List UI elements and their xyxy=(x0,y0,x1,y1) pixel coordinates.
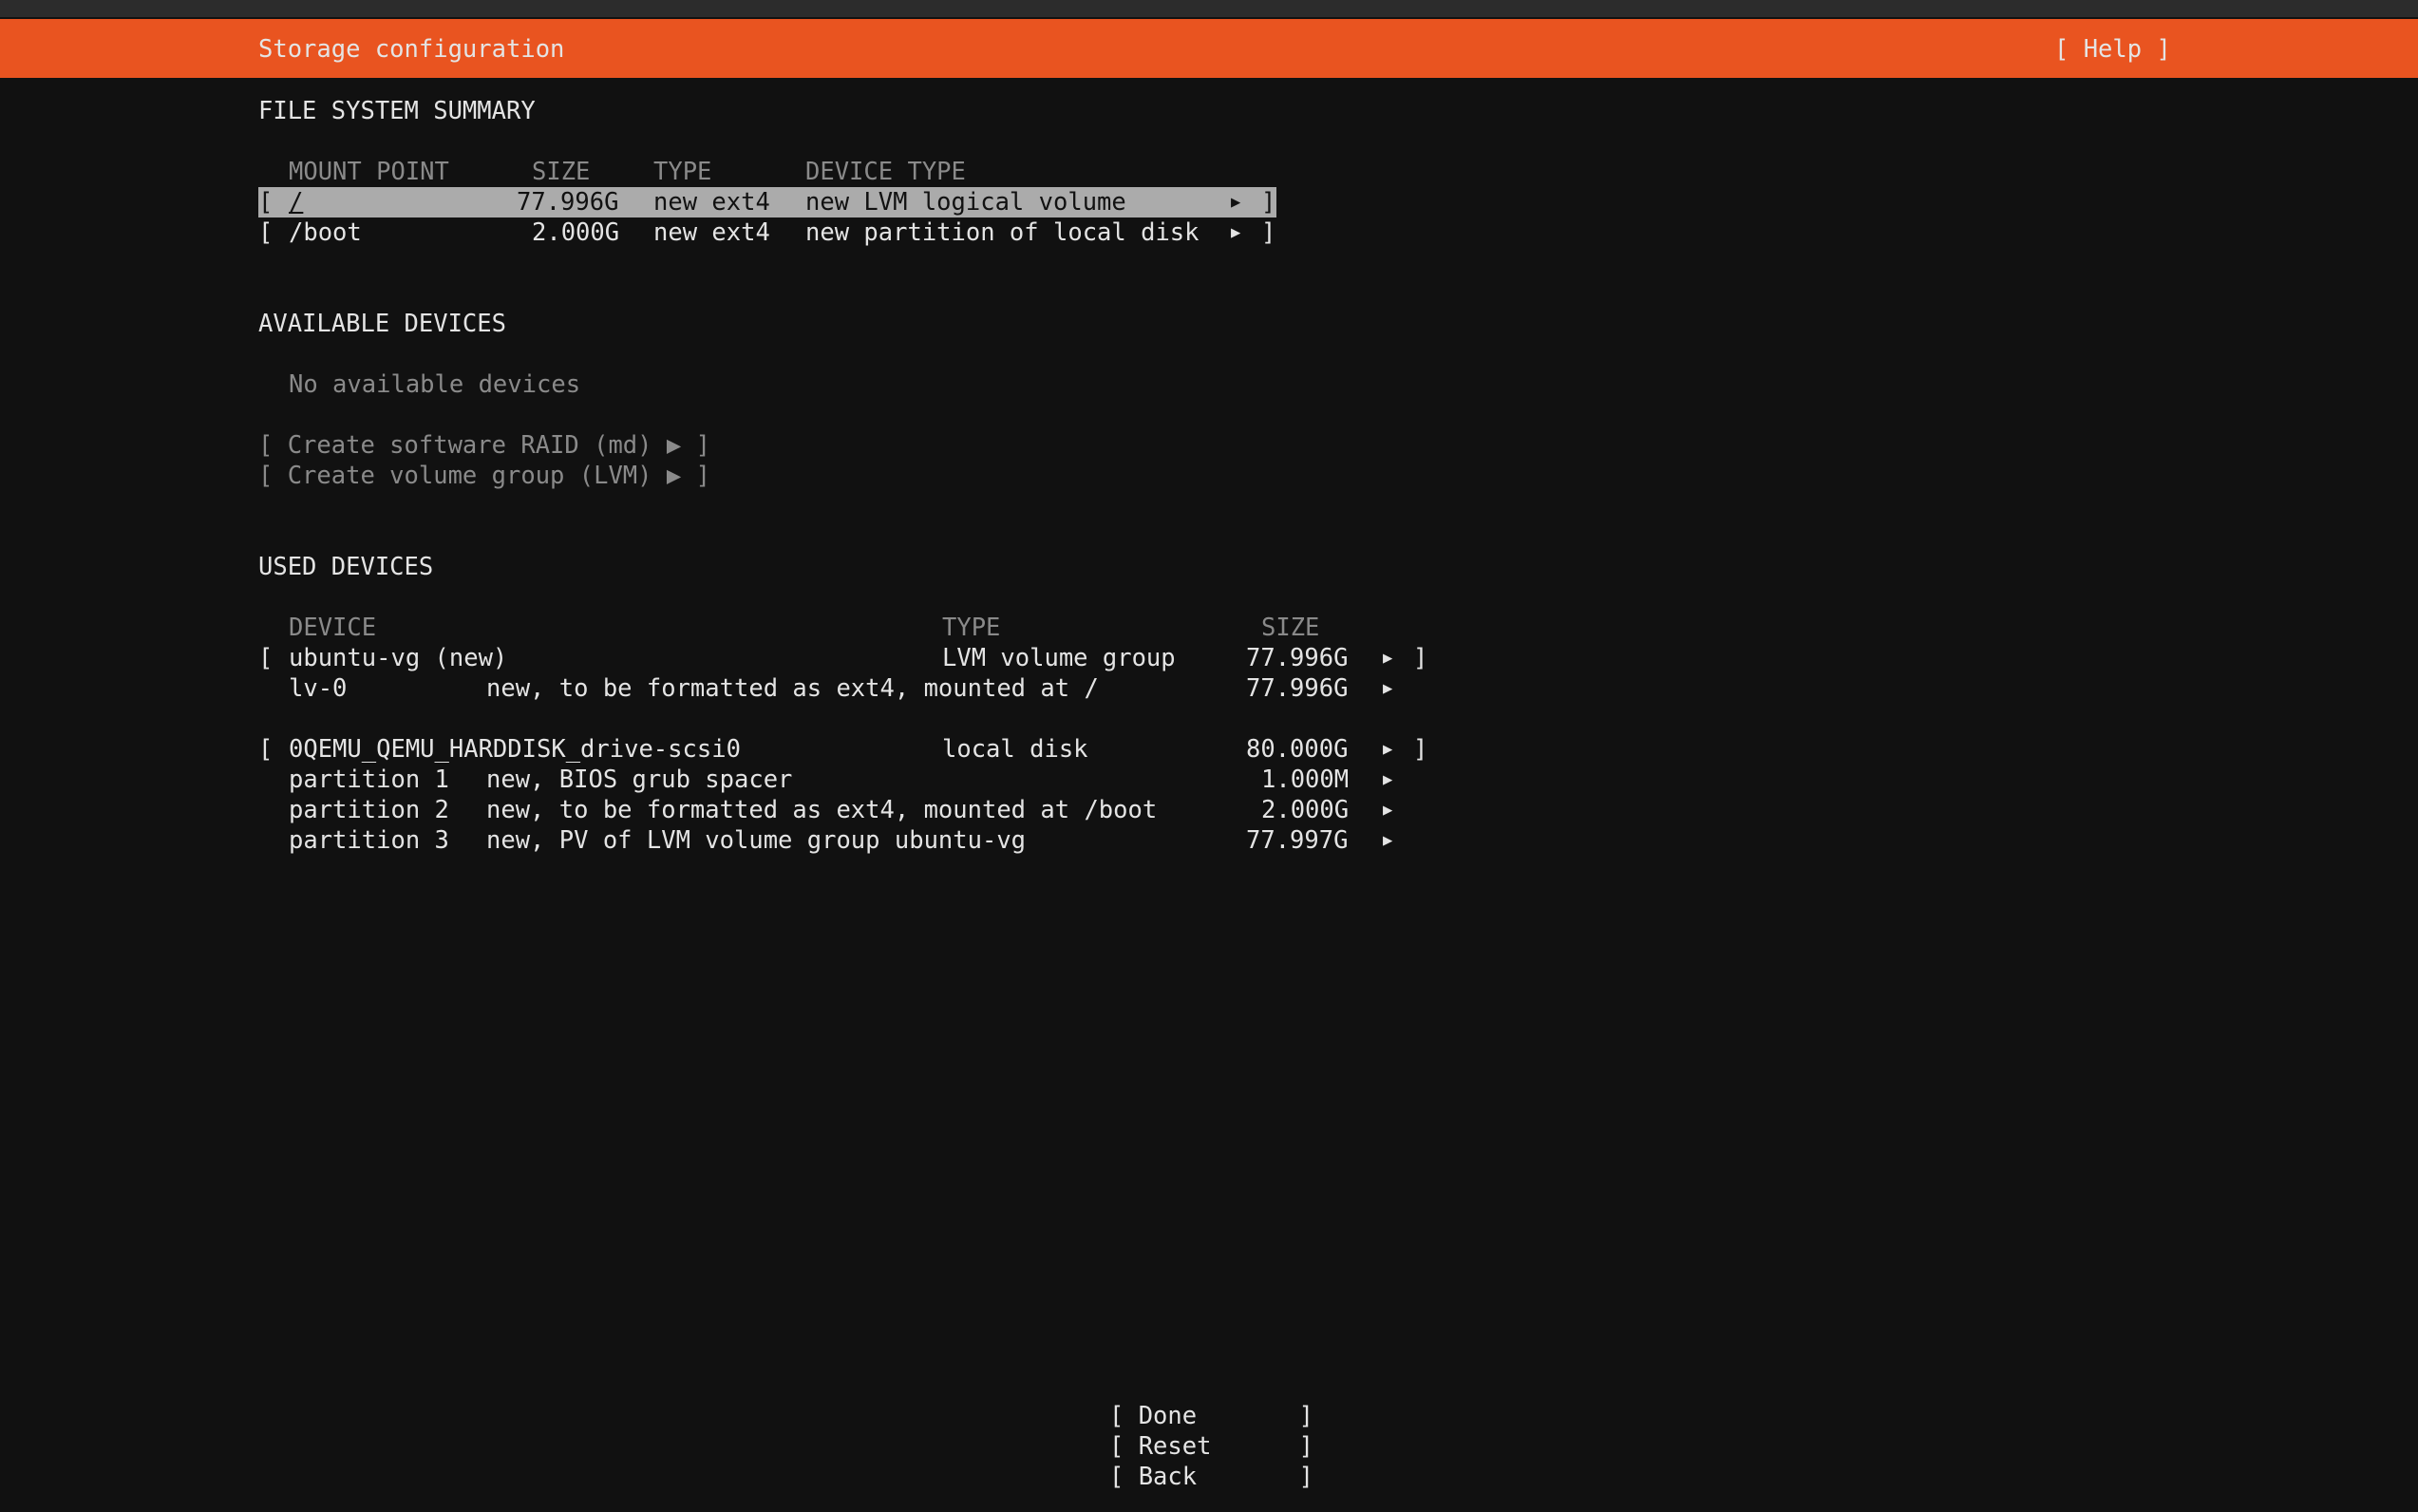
fs-type: new ext4 xyxy=(653,218,770,247)
arrow-right-icon: ▶ xyxy=(1383,740,1393,759)
device-name: partition 3 xyxy=(289,826,449,855)
window-top-strip xyxy=(0,0,2418,17)
done-button[interactable]: [ Done ] xyxy=(1109,1401,1313,1431)
fs-type: new ext4 xyxy=(653,188,770,217)
page-title: Storage configuration xyxy=(258,35,565,64)
used-device-partition-2[interactable]: partition 2 new, to be formatted as ext4… xyxy=(258,795,1436,825)
device-name: 0QEMU_QEMU_HARDDISK_drive-scsi0 xyxy=(289,735,741,764)
col-device: DEVICE xyxy=(289,614,377,642)
device-size: 2.000G xyxy=(1261,796,1350,824)
help-button[interactable]: [ Help ] xyxy=(2054,34,2171,65)
arrow-right-icon: ▶ xyxy=(1231,223,1241,242)
row-open-bracket: [ xyxy=(258,188,274,217)
size: 2.000G xyxy=(532,218,620,247)
device-size: 1.000M xyxy=(1261,765,1350,794)
device-size: 80.000G xyxy=(1246,735,1349,764)
no-devices-text: No available devices xyxy=(289,370,581,399)
row-close-bracket: ] xyxy=(1413,644,1428,672)
device-type: new partition of local disk xyxy=(805,218,1200,247)
arrow-right-icon: ▶ xyxy=(1383,649,1393,668)
row-open-bracket: [ xyxy=(258,644,274,672)
device-name: ubuntu-vg (new) xyxy=(289,644,508,672)
arrow-right-icon: ▶ xyxy=(1383,679,1393,698)
used-device-qemu-disk[interactable]: [ 0QEMU_QEMU_HARDDISK_drive-scsi0 local … xyxy=(258,734,1436,765)
mount-point: /boot xyxy=(289,218,362,247)
used-device-ubuntu-vg[interactable]: [ ubuntu-vg (new) LVM volume group 77.99… xyxy=(258,643,1436,673)
reset-button[interactable]: [ Reset ] xyxy=(1109,1431,1313,1462)
arrow-right-icon: ▶ xyxy=(1383,831,1393,850)
fs-summary-heading: FILE SYSTEM SUMMARY xyxy=(258,97,536,125)
arrow-right-icon: ▶ xyxy=(1231,193,1241,212)
mount-point: / xyxy=(289,188,304,217)
device-size: 77.996G xyxy=(1246,674,1349,703)
row-open-bracket: [ xyxy=(258,218,274,247)
used-device-lv-0[interactable]: lv-0 new, to be formatted as ext4, mount… xyxy=(258,673,1436,704)
back-button[interactable]: [ Back ] xyxy=(1109,1462,1313,1492)
size: 77.996G xyxy=(517,188,619,217)
row-close-bracket: ] xyxy=(1261,218,1276,247)
col-type: TYPE xyxy=(942,614,1001,642)
device-description: new, to be formatted as ext4, mounted at… xyxy=(486,796,1158,824)
device-description: new, to be formatted as ext4, mounted at… xyxy=(486,674,1099,703)
create-volume-group-button[interactable]: [ Create volume group (LVM) ▶ ] xyxy=(258,461,710,491)
used-device-partition-1[interactable]: partition 1 new, BIOS grub spacer 1.000M… xyxy=(258,765,1436,795)
row-close-bracket: ] xyxy=(1261,188,1276,217)
used-device-partition-3[interactable]: partition 3 new, PV of LVM volume group … xyxy=(258,825,1436,856)
device-size: 77.996G xyxy=(1246,644,1349,672)
create-raid-button[interactable]: [ Create software RAID (md) ▶ ] xyxy=(258,430,710,461)
fs-row-root[interactable]: [ / 77.996G new ext4 new LVM logical vol… xyxy=(258,187,1276,217)
row-open-bracket: [ xyxy=(258,735,274,764)
arrow-right-icon: ▶ xyxy=(1383,801,1393,820)
col-device-type: DEVICE TYPE xyxy=(805,158,966,186)
available-devices-heading: AVAILABLE DEVICES xyxy=(258,310,506,338)
arrow-right-icon: ▶ xyxy=(1383,770,1393,789)
device-description: new, BIOS grub spacer xyxy=(486,765,793,794)
fs-row-boot[interactable]: [ /boot 2.000G new ext4 new partition of… xyxy=(258,217,1276,248)
device-type: LVM volume group xyxy=(942,644,1176,672)
col-size: SIZE xyxy=(1261,614,1320,642)
device-description: new, PV of LVM volume group ubuntu-vg xyxy=(486,826,1027,855)
header-bar: Storage configuration [ Help ] xyxy=(0,19,2418,78)
device-type: new LVM logical volume xyxy=(805,188,1126,217)
col-size: SIZE xyxy=(532,158,591,186)
device-name: partition 2 xyxy=(289,796,449,824)
col-type: TYPE xyxy=(653,158,712,186)
col-mount-point: MOUNT POINT xyxy=(289,158,449,186)
device-name: partition 1 xyxy=(289,765,449,794)
row-close-bracket: ] xyxy=(1413,735,1428,764)
device-name: lv-0 xyxy=(289,674,348,703)
used-devices-heading: USED DEVICES xyxy=(258,553,434,581)
device-size: 77.997G xyxy=(1246,826,1349,855)
device-type: local disk xyxy=(942,735,1088,764)
